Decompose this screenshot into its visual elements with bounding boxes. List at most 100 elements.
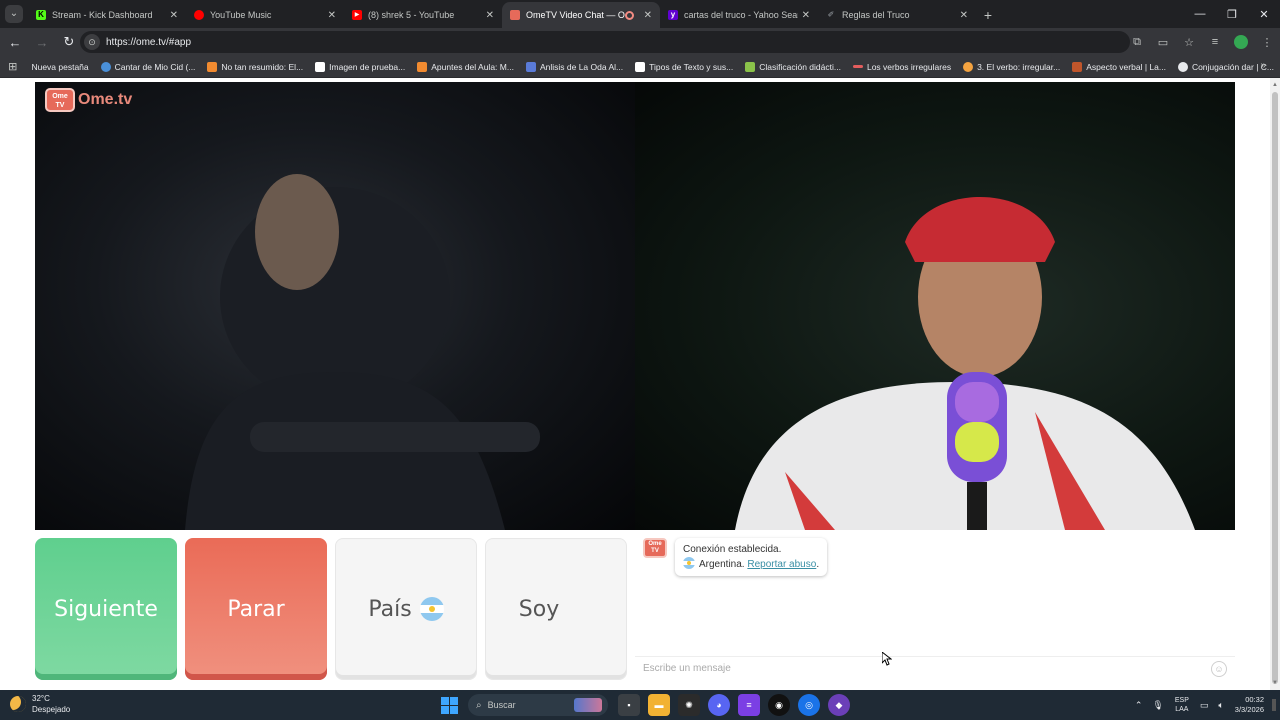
task-view-icon[interactable]: ▪ [618,694,640,716]
next-button[interactable]: Siguiente [35,538,177,680]
kebab-menu-icon[interactable]: ⋮ [1256,31,1278,53]
circle-icon [963,61,974,72]
scroll-down-icon[interactable]: ▼ [1270,678,1280,688]
bookmark-item[interactable]: No tan resumido: El... [201,58,309,76]
message-placeholder[interactable]: Escribe un mensaje [643,663,1211,674]
argentina-flag-icon [419,597,444,621]
blogger-icon [417,61,428,72]
bookmark-label: Apuntes del Aula: M... [431,61,514,72]
new-tab-button[interactable]: + [976,2,1000,28]
letter-e-icon [635,61,646,72]
close-window-icon[interactable]: ✕ [1248,0,1280,28]
country-line: Argentina. Reportar abuso. [683,557,819,572]
bookmark-item[interactable]: Imagen de prueba... [309,58,411,76]
scrollbar-thumb[interactable] [1272,92,1278,684]
tab-youtube-music[interactable]: YouTube Music ✕ [186,2,344,28]
star-icon[interactable]: ☆ [1178,31,1200,53]
tab-strip: ⌄ K Stream - Kick Dashboard ✕ YouTube Mu… [0,0,1280,28]
twitch-app-icon[interactable]: ◆ [828,694,850,716]
chevron-up-icon[interactable]: ⌃ [1135,700,1143,711]
close-icon[interactable]: ✕ [802,10,810,21]
bookmark-item[interactable]: Apuntes del Aula: M... [411,58,520,76]
bookmark-item[interactable]: Nueva pestaña [25,58,94,76]
country-button[interactable]: País [335,538,477,680]
windows-start-icon[interactable] [438,694,460,716]
reload-icon[interactable]: ↻ [57,30,81,54]
chatgpt-icon[interactable]: ✺ [678,694,700,716]
taskbar-search[interactable]: ⌕ Buscar [468,694,608,716]
weather-text: 32°C Despejado [32,693,70,715]
close-icon[interactable]: ✕ [328,10,336,21]
restore-icon[interactable]: ❐ [1216,0,1248,28]
bookmark-label: Aspecto verbal | La... [1086,61,1166,72]
bookmark-item[interactable]: Los verbos irregulares [847,58,957,76]
url-text[interactable]: https://ome.tv/#app [106,37,191,48]
bookmark-label: 3. El verbo: irregular... [977,61,1061,72]
lang-line2: LAA [1175,706,1189,713]
obs-icon[interactable]: ◉ [768,694,790,716]
close-icon[interactable]: ✕ [486,10,494,21]
kick-icon: K [36,10,46,20]
network-icon[interactable]: ▭ [1200,700,1209,711]
chat-panel: Ome TV Conexión establecida. Argentina. R… [635,530,1235,680]
tab-search-button[interactable]: ⌄ [0,0,28,28]
emoji-icon[interactable]: ☺ [1211,660,1227,677]
message-input[interactable]: Escribe un mensaje ☺ [635,656,1235,680]
chat-controls: Siguiente Parar País Soy [35,538,627,680]
close-icon[interactable]: ✕ [960,10,968,21]
page-scrollbar[interactable]: ▲ ▼ [1270,78,1280,690]
report-abuse-link[interactable]: Reportar abuso [747,559,816,570]
media-control-icon[interactable]: ≡ [1204,31,1226,53]
ometv-avatar-icon: Ome TV [643,538,667,558]
address-bar[interactable]: ⊙ https://ome.tv/#app [80,31,1130,53]
language-indicator[interactable]: ESP LAA [1175,696,1189,714]
bookmark-item[interactable]: Cantar de Mio Cid (... [95,58,202,76]
volume-icon[interactable]: 🔈︎ [1218,700,1223,711]
profile-avatar[interactable] [1230,31,1252,53]
apps-grid-icon[interactable]: ⊞ [0,60,25,73]
forward-arrow-icon[interactable]: → [30,30,54,54]
system-tray: ⌃ 🎙︎ ESP LAA ▭ 🔈︎ 00:32 3/3/2026 [1130,690,1280,720]
chevron-down-icon: ⌄ [5,5,23,23]
weather-widget[interactable]: 32°C Despejado [10,693,70,715]
bookmark-label: Tipos de Texto y sus... [649,61,734,72]
system-clock[interactable]: 00:32 3/3/2026 [1235,695,1264,715]
discord-icon[interactable]: ◕ [708,694,730,716]
minimize-icon[interactable]: — [1184,0,1216,28]
bookmark-label: Nueva pestaña [31,61,89,72]
tab-kick[interactable]: K Stream - Kick Dashboard ✕ [28,2,186,28]
microphone-icon[interactable]: 🎙︎ [1152,700,1163,711]
logo-badge: Ome TV [45,88,75,112]
tab-youtube[interactable]: ▶ (8) shrek 5 - YouTube ✕ [344,2,502,28]
page-icon: ✐ [827,10,835,19]
bookmark-item[interactable]: Anlisis de La Oda Al... [520,58,629,76]
dash-icon [852,65,863,68]
bookmark-item[interactable]: Clasificación didácti... [739,58,847,76]
cast-icon[interactable]: ▭ [1152,31,1174,53]
search-icon: ⌕ [476,699,482,711]
bookmark-item[interactable]: Tipos de Texto y sus... [629,58,739,76]
translate-icon[interactable]: ⧉ [1126,31,1148,53]
close-icon[interactable]: ✕ [170,10,178,21]
back-arrow-icon[interactable]: ← [3,30,27,54]
connection-text: Conexión establecida. [683,544,782,555]
stranger-video: Ome TV Ome.tv [35,82,635,530]
file-explorer-icon[interactable]: ▬ [648,694,670,716]
show-desktop-button[interactable] [1272,699,1276,711]
scroll-up-icon[interactable]: ▲ [1270,80,1280,90]
gender-button[interactable]: Soy [485,538,627,680]
tab-reglas-truco[interactable]: ✐ Reglas del Truco ✕ [818,2,976,28]
chevron-right-icon[interactable]: » [1260,60,1266,71]
close-icon[interactable]: ✕ [644,10,652,21]
wordpress-icon [100,61,111,72]
chrome-icon[interactable]: ◎ [798,694,820,716]
bookmark-item[interactable]: Aspecto verbal | La... [1066,58,1172,76]
site-info-icon[interactable]: ⊙ [84,34,100,50]
bookmark-item[interactable]: 3. El verbo: irregular... [957,58,1066,76]
tab-yahoo[interactable]: y cartas del truco - Yahoo Search ✕ [660,2,818,28]
tab-ometv[interactable]: OmeTV Video Chat — Ome ✕ [502,2,660,28]
clipchamp-icon[interactable]: ≡ [738,694,760,716]
gender-label: Soy [518,596,560,622]
stop-button[interactable]: Parar [185,538,327,680]
avatar [1234,35,1248,49]
